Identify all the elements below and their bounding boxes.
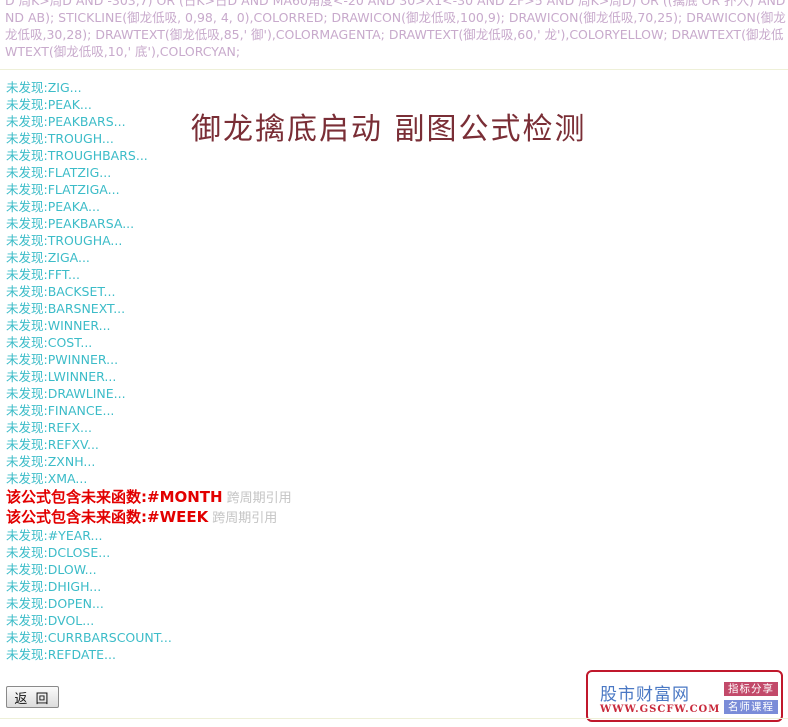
formula-line: 龙低吸,30,28); DRAWTEXT(御龙低吸,85,' 御'),COLOR…	[5, 27, 784, 42]
warning-text: 该公式包含未来函数:#WEEK	[6, 508, 209, 526]
formula-source-text: D 周K>周D AND -303,7) OR (日K>日D AND MA60角度…	[5, 0, 788, 60]
result-line: 未发现:FFT...	[6, 267, 80, 282]
logo-site-name: 股市财富网	[600, 685, 690, 705]
result-line: 未发现:TROUGHBARS...	[6, 148, 148, 163]
result-line: 未发现:BACKSET...	[6, 284, 116, 299]
result-line: 未发现:REFX...	[6, 420, 92, 435]
result-line: 未发现:PEAKBARSA...	[6, 216, 135, 231]
site-logo-badge[interactable]: 股市财富网 WWW.GSCFW.COM 指标分享 名师课程	[586, 670, 783, 722]
top-divider	[0, 69, 788, 70]
future-function-warning: 该公式包含未来函数:#MONTH 跨周期引用	[6, 487, 566, 507]
warning-note: 跨周期引用	[226, 491, 292, 506]
result-line: 未发现:TROUGH...	[6, 131, 114, 146]
result-line: 未发现:DVOL...	[6, 613, 95, 628]
result-line: 未发现:ZXNH...	[6, 454, 96, 469]
result-line: 未发现:DCLOSE...	[6, 545, 111, 560]
result-line: 未发现:#YEAR...	[6, 528, 103, 543]
formula-line: WTEXT(御龙低吸,10,' 底'),COLORCYAN;	[5, 44, 241, 59]
result-line: 未发现:REFXV...	[6, 437, 99, 452]
result-line: 未发现:COST...	[6, 335, 93, 350]
logo-site-url: WWW.GSCFW.COM	[600, 704, 721, 715]
bottom-divider	[0, 718, 788, 719]
warning-text: 该公式包含未来函数:#MONTH	[6, 488, 223, 506]
result-line: 未发现:PEAKBARS...	[6, 114, 126, 129]
result-line: 未发现:PWINNER...	[6, 352, 119, 367]
back-button[interactable]: 返 回	[6, 686, 59, 708]
result-line: 未发现:ZIG...	[6, 80, 82, 95]
result-line: 未发现:FLATZIG...	[6, 165, 112, 180]
result-line: 未发现:WINNER...	[6, 318, 111, 333]
result-line: 未发现:REFDATE...	[6, 647, 116, 662]
result-line: 未发现:DLOW...	[6, 562, 97, 577]
future-function-warning: 该公式包含未来函数:#WEEK 跨周期引用	[6, 507, 566, 527]
logo-tag-teacher-course[interactable]: 名师课程	[724, 700, 778, 714]
result-line: 未发现:DHIGH...	[6, 579, 102, 594]
result-line: 未发现:PEAKA...	[6, 199, 100, 214]
logo-tag-indicator-share[interactable]: 指标分享	[724, 682, 778, 696]
result-line: 未发现:FLATZIGA...	[6, 182, 120, 197]
result-line: 未发现:FINANCE...	[6, 403, 115, 418]
result-line: 未发现:DRAWLINE...	[6, 386, 126, 401]
result-line: 未发现:DOPEN...	[6, 596, 104, 611]
result-line: 未发现:BARSNEXT...	[6, 301, 126, 316]
formula-line: D 周K>周D AND -303,7) OR (日K>日D AND MA60角度…	[5, 0, 786, 8]
result-line: 未发现:ZIGA...	[6, 250, 90, 265]
result-line: 未发现:XMA...	[6, 471, 88, 486]
check-results-list: 未发现:ZIG... 未发现:PEAK... 未发现:PEAKBARS... 未…	[6, 79, 566, 663]
warning-note: 跨周期引用	[212, 511, 278, 526]
result-line: 未发现:PEAK...	[6, 97, 92, 112]
result-line: 未发现:CURRBARSCOUNT...	[6, 630, 172, 645]
result-line: 未发现:TROUGHA...	[6, 233, 123, 248]
formula-line: ND AB); STICKLINE(御龙低吸, 0,98, 4, 0),COLO…	[5, 10, 786, 25]
result-line: 未发现:LWINNER...	[6, 369, 117, 384]
